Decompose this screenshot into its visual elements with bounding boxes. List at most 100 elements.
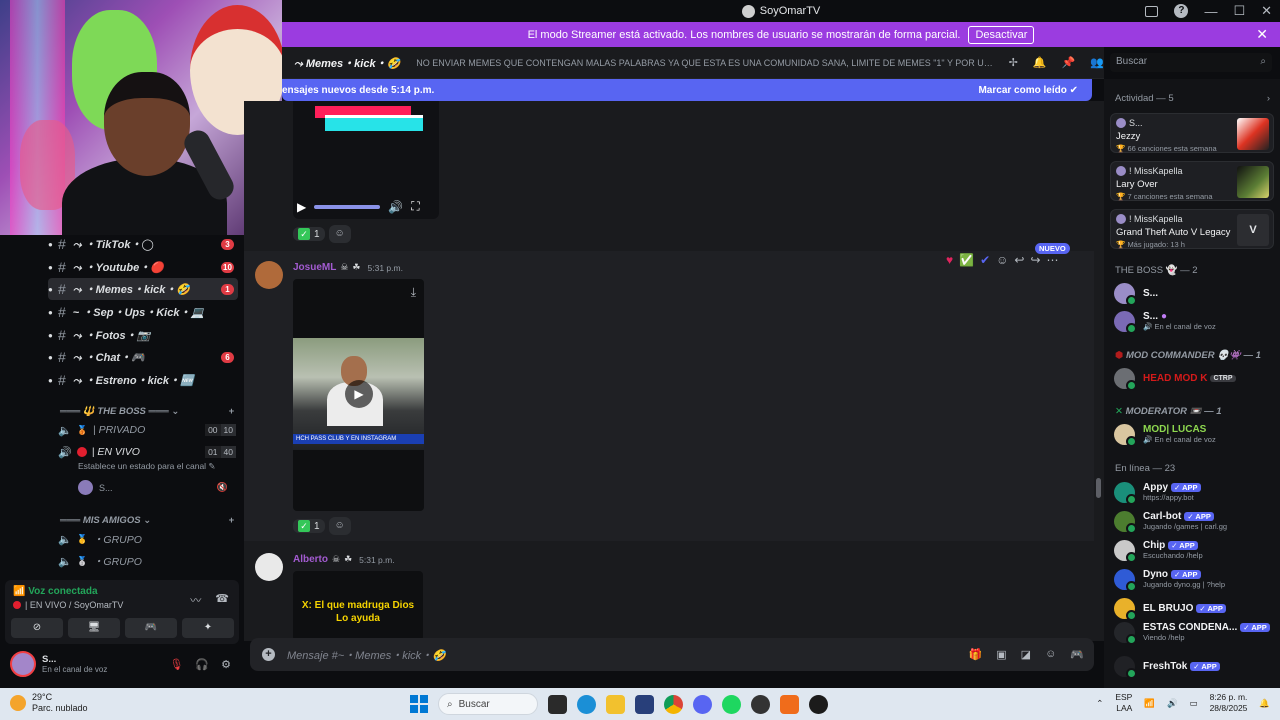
pin-icon[interactable]: 📌: [1062, 56, 1076, 69]
reply-icon[interactable]: ↩: [1014, 253, 1024, 267]
voice-channel-link[interactable]: | EN VIVO / SoyOmarTV: [13, 600, 123, 610]
activity-card[interactable]: ! MissKapella Grand Theft Auto V Legacy …: [1110, 209, 1274, 249]
app-icon[interactable]: [780, 694, 799, 714]
member-item[interactable]: EL BRUJO ✓ APP: [1114, 595, 1274, 621]
disconnect-icon[interactable]: ☎: [215, 592, 229, 608]
maximize-icon[interactable]: ☐: [1233, 3, 1245, 19]
forward-icon[interactable]: ↪: [1030, 253, 1040, 267]
chevron-up-icon[interactable]: ⌃: [1096, 698, 1103, 709]
video-attachment-3[interactable]: X: El que madruga Dios Lo ayuda: [293, 571, 423, 641]
channel-tiktok[interactable]: ● # ⤳ ・TikTok・◯ 3: [48, 233, 238, 255]
message-author[interactable]: Alberto: [293, 554, 328, 565]
camera-off-button[interactable]: ⊘: [11, 618, 63, 638]
discord-icon[interactable]: [693, 694, 712, 714]
sticker-icon[interactable]: ◪: [1021, 648, 1031, 661]
new-messages-bar[interactable]: ensajes nuevos desde 5:14 p.m. Marcar co…: [282, 79, 1092, 101]
bell-icon[interactable]: 🔔: [1033, 56, 1047, 69]
voice-status[interactable]: 📶 Voz conectada: [13, 586, 98, 597]
chrome-icon[interactable]: [664, 694, 683, 714]
avatar[interactable]: [255, 261, 283, 289]
search-input[interactable]: Buscar ⌕: [1110, 53, 1272, 72]
add-channel-icon[interactable]: +: [228, 406, 234, 417]
member-item[interactable]: FreshTok ✓ APP: [1114, 653, 1274, 679]
add-channel-icon[interactable]: +: [228, 515, 234, 526]
windows-start-icon[interactable]: [410, 695, 428, 713]
voice-user[interactable]: S... 🔇: [78, 480, 228, 495]
member-item[interactable]: ESTAS CONDENA... ✓ APP Viendo /help: [1114, 619, 1274, 645]
channel-estreno-kick[interactable]: ● # ⤳ ・Estreno・kick・🆕: [48, 369, 238, 391]
add-reaction-icon[interactable]: ☺: [996, 253, 1008, 267]
store-icon[interactable]: [635, 694, 654, 714]
set-channel-status[interactable]: Establece un estado para el canal ✎: [78, 461, 216, 472]
app-icon[interactable]: [809, 694, 828, 714]
taskbar-search[interactable]: ⌕ Buscar: [438, 693, 538, 715]
weather-widget[interactable]: 29°C Parc. nublado: [10, 692, 88, 714]
task-view-icon[interactable]: [548, 694, 567, 714]
voice-channel-grupo-1[interactable]: 🔈 🥇 ・GRUPO: [58, 528, 236, 550]
channel-topic[interactable]: NO ENVIAR MEMES QUE CONTENGAN MALAS PALA…: [416, 58, 994, 68]
notification-bell-icon[interactable]: 🔔: [1259, 698, 1270, 709]
chevron-right-icon[interactable]: ›: [1267, 93, 1270, 104]
play-icon[interactable]: ▶: [297, 200, 306, 214]
activity-button[interactable]: 🎮: [125, 618, 177, 638]
member-list-icon[interactable]: 👥: [1090, 56, 1104, 69]
screen-share-button[interactable]: 🖥: [68, 618, 120, 638]
avatar[interactable]: [255, 553, 283, 581]
message-input[interactable]: Mensaje #~・Memes・kick・🤣: [287, 647, 446, 663]
add-attachment-icon[interactable]: +: [262, 648, 275, 661]
member-item[interactable]: S... ● 🔊 En el canal de voz: [1114, 308, 1274, 334]
language-indicator[interactable]: ESP LAA: [1115, 692, 1132, 714]
add-reaction-button[interactable]: ☺: [328, 225, 351, 243]
emoji-icon[interactable]: ☺: [1045, 648, 1056, 661]
heart-reaction-icon[interactable]: ♥: [946, 253, 953, 267]
minimize-icon[interactable]: —: [1204, 4, 1217, 19]
reaction-checkmark[interactable]: ✓ 1: [293, 227, 325, 241]
battery-icon[interactable]: ▭: [1190, 698, 1198, 709]
user-info[interactable]: S... En el canal de voz: [42, 654, 107, 674]
inbox-icon[interactable]: [1145, 5, 1159, 17]
obs-icon[interactable]: [751, 694, 770, 714]
avatar[interactable]: [10, 651, 36, 677]
edge-icon[interactable]: [577, 694, 596, 714]
spotify-icon[interactable]: [722, 694, 741, 714]
check-reaction-icon[interactable]: ✅: [959, 253, 974, 267]
file-explorer-icon[interactable]: [606, 694, 625, 714]
volume-icon[interactable]: 🔊: [388, 200, 403, 214]
channel-youtube[interactable]: ● # ⤳ ・Youtube・🔴 10: [48, 256, 238, 278]
channel-chat[interactable]: ● # ⤳ ・Chat・🎮 6: [48, 346, 238, 368]
close-banner-icon[interactable]: ✕: [1256, 26, 1268, 43]
activity-card[interactable]: ! MissKapella Lary Over 🏆 7 canciones es…: [1110, 161, 1274, 201]
voice-channel-en-vivo[interactable]: 🔊 | EN VIVO 01 40: [58, 441, 236, 463]
threads-icon[interactable]: ✢: [1009, 56, 1018, 69]
noise-suppression-icon[interactable]: 〰: [190, 592, 201, 608]
disable-streamer-button[interactable]: Desactivar: [968, 25, 1035, 44]
activity-card[interactable]: S... Jezzy 🏆 66 canciones esta semana: [1110, 113, 1274, 153]
more-options-icon[interactable]: ⋯: [1047, 253, 1059, 267]
channel-sep-ups-kick[interactable]: ● # ~ ・Sep・Ups・Kick・💻: [48, 301, 238, 323]
member-item[interactable]: Dyno ✓ APP Jugando dyno.gg | ?help: [1114, 566, 1274, 592]
scrollbar-thumb[interactable]: [1096, 478, 1101, 498]
member-item[interactable]: MOD| LUCAS 🔊 En el canal de voz: [1114, 421, 1274, 447]
clock[interactable]: 8:26 p. m. 28/8/2025: [1210, 692, 1248, 714]
category-mis-amigos[interactable]: ═══ MIS AMIGOS ⌄ +: [60, 515, 234, 526]
voice-channel-grupo-2[interactable]: 🔈 🥈 ・GRUPO: [58, 550, 236, 572]
soundboard-button[interactable]: ✦: [182, 618, 234, 638]
add-reaction-button[interactable]: ☺: [328, 517, 351, 535]
voice-channel-privado[interactable]: 🔈 🥉 | PRIVADO 00 10: [58, 419, 236, 441]
channel-fotos[interactable]: ● # ⤳ ・Fotos・📷: [48, 324, 238, 346]
member-item[interactable]: Carl-bot ✓ APP Jugando /games | carl.gg: [1114, 508, 1274, 534]
volume-icon[interactable]: 🔊: [1167, 698, 1178, 709]
gift-icon[interactable]: 🎁: [969, 648, 983, 661]
message-author[interactable]: JosueML: [293, 262, 336, 273]
gear-icon[interactable]: ⚙: [221, 658, 231, 671]
message-composer[interactable]: + Mensaje #~・Memes・kick・🤣 🎁 ▣ ◪ ☺ 🎮: [250, 638, 1094, 671]
category-the-boss[interactable]: ═══ 🔱 THE BOSS ═══ ⌄ +: [60, 406, 234, 417]
member-item[interactable]: Chip ✓ APP Escuchando /help: [1114, 537, 1274, 563]
gif-icon[interactable]: ▣: [996, 648, 1006, 661]
member-item[interactable]: HEAD MOD K CTRP: [1114, 365, 1274, 391]
help-icon[interactable]: ?: [1174, 4, 1189, 18]
channel-memes-kick[interactable]: ● # ⤳ ・Memes・kick・🤣 1: [48, 278, 238, 300]
verified-reaction-icon[interactable]: ✔: [980, 253, 990, 267]
mic-muted-icon[interactable]: 🎙: [169, 658, 183, 671]
download-icon[interactable]: ⤓: [411, 285, 416, 300]
